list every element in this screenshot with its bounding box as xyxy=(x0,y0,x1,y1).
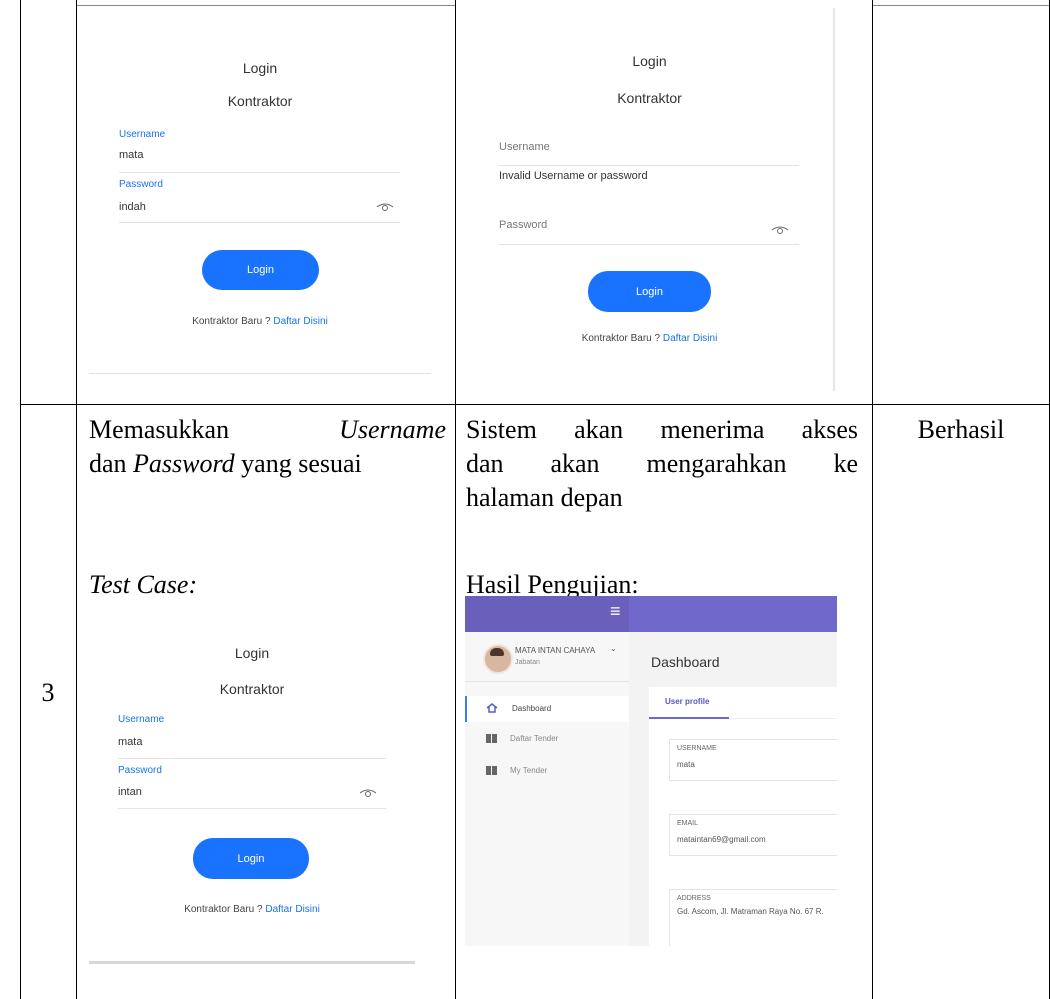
username-box: USERNAME mata xyxy=(669,739,837,781)
login-form-screenshot-1: Login Kontraktor Username mata Password … xyxy=(89,8,431,374)
username-underline xyxy=(118,758,386,759)
expected-result: Sistem akan menerima akses dan akan meng… xyxy=(466,413,858,515)
table-col-line-3 xyxy=(872,0,873,999)
row-number: 3 xyxy=(41,678,55,707)
tab-user-profile[interactable]: User profile xyxy=(665,697,709,706)
login-subtitle: Kontraktor xyxy=(219,681,285,697)
hamburger-menu-icon[interactable]: ≡ xyxy=(610,601,621,621)
field-label: USERNAME xyxy=(677,745,717,752)
page-title: Dashboard xyxy=(651,654,720,670)
login-button[interactable]: Login xyxy=(588,271,711,312)
password-underline xyxy=(499,244,799,245)
login-title: Login xyxy=(234,645,270,661)
username-label: Username xyxy=(119,129,166,140)
register-text: Kontraktor Baru ? xyxy=(184,904,263,915)
field-value: Gd. Ascom, Jl. Matraman Raya No. 67 R. xyxy=(677,907,824,916)
profile-card: User profile USERNAME mata EMAIL mataint… xyxy=(649,687,837,946)
password-underline xyxy=(119,222,400,223)
username-underline xyxy=(119,172,400,173)
field-value: mata xyxy=(677,760,695,769)
login-subtitle: Kontraktor xyxy=(617,90,682,106)
sidebar-item-label: Dashboard xyxy=(512,704,552,713)
address-box: ADDRESS Gd. Ascom, Jl. Matraman Raya No.… xyxy=(669,889,837,946)
expected-line-3: halaman depan xyxy=(466,483,623,512)
register-prompt: Kontraktor Baru ? Daftar Disini xyxy=(89,904,415,915)
username-field[interactable]: mata xyxy=(119,149,143,161)
test-step-description: Memasukkan Username dan Password yang se… xyxy=(89,413,446,481)
password-label: Password xyxy=(118,765,162,776)
form-bottom-border xyxy=(89,961,415,964)
book-icon xyxy=(486,734,497,743)
register-prompt: Kontraktor Baru ? Daftar Disini xyxy=(466,333,833,344)
register-text: Kontraktor Baru ? xyxy=(192,316,271,327)
status-text: Berhasil xyxy=(917,415,1005,444)
sidebar-header xyxy=(465,596,629,632)
table-border-left xyxy=(20,0,21,999)
sidebar-item-dashboard[interactable]: Dashboard xyxy=(465,696,631,722)
sidebar xyxy=(465,632,629,946)
tab-active-underline xyxy=(649,717,729,719)
field-value: mataintan69@gmail.com xyxy=(677,835,766,844)
user-avatar xyxy=(483,644,513,674)
username-field[interactable]: Username xyxy=(499,141,550,153)
username-label: Username xyxy=(118,714,165,725)
login-error-screenshot: Login Kontraktor Username Invalid Userna… xyxy=(466,8,835,391)
sidebar-divider xyxy=(465,681,629,682)
password-underline xyxy=(118,808,386,809)
login-form-screenshot-2: Login Kontraktor Username mata Password … xyxy=(89,594,415,964)
password-field[interactable]: indah xyxy=(119,201,146,213)
username-underline xyxy=(499,165,799,166)
login-button[interactable]: Login xyxy=(193,838,309,879)
register-prompt: Kontraktor Baru ? Daftar Disini xyxy=(89,316,431,327)
dashboard-screenshot: ≡ MATA INTAN CAHAYA ⌄ Jabatan Dashboard … xyxy=(465,596,837,946)
top-header-bar xyxy=(629,596,837,632)
field-label: EMAIL xyxy=(677,820,699,827)
login-button[interactable]: Login xyxy=(202,250,319,290)
sidebar-item-daftar-tender[interactable]: Daftar Tender xyxy=(465,728,629,748)
chevron-down-icon[interactable]: ⌄ xyxy=(610,644,617,653)
book-icon xyxy=(486,766,497,775)
eye-icon[interactable] xyxy=(771,225,789,235)
sidebar-item-my-tender[interactable]: My Tender xyxy=(465,760,629,780)
register-link[interactable]: Daftar Disini xyxy=(265,904,319,915)
table-border-top xyxy=(76,5,455,6)
username-field[interactable]: mata xyxy=(118,736,142,748)
sidebar-item-label: My Tender xyxy=(510,766,548,775)
user-name[interactable]: MATA INTAN CAHAYA xyxy=(515,646,595,655)
test-step-line-2: dan Password yang sesuai xyxy=(89,449,362,478)
expected-line-1: Sistem akan menerima akses xyxy=(466,415,858,444)
form-bottom-border xyxy=(89,373,431,374)
register-link[interactable]: Daftar Disini xyxy=(663,333,717,344)
password-label: Password xyxy=(119,179,163,190)
table-col-line-2 xyxy=(455,0,456,999)
expected-line-2: dan akan mengarahkan ke xyxy=(466,449,858,478)
password-field[interactable]: intan xyxy=(118,786,142,798)
test-step-line-1: Memasukkan Username xyxy=(89,415,446,444)
home-icon xyxy=(486,703,498,713)
table-row-line xyxy=(20,404,1050,405)
user-role: Jabatan xyxy=(515,659,540,666)
eye-icon[interactable] xyxy=(376,202,394,212)
field-label: ADDRESS xyxy=(677,895,711,902)
table-border-top-right xyxy=(872,5,1050,6)
error-message: Invalid Username or password xyxy=(499,170,648,182)
register-text: Kontraktor Baru ? xyxy=(581,333,661,344)
password-field[interactable]: Password xyxy=(499,219,547,231)
register-link[interactable]: Daftar Disini xyxy=(273,316,327,327)
table-col-line-1 xyxy=(76,0,77,999)
login-subtitle: Kontraktor xyxy=(227,93,293,109)
tab-underline xyxy=(729,718,837,719)
sidebar-item-label: Daftar Tender xyxy=(510,734,559,743)
eye-icon[interactable] xyxy=(359,788,377,798)
email-box: EMAIL mataintan69@gmail.com xyxy=(669,814,837,856)
login-title: Login xyxy=(242,60,278,76)
login-title: Login xyxy=(632,53,667,69)
